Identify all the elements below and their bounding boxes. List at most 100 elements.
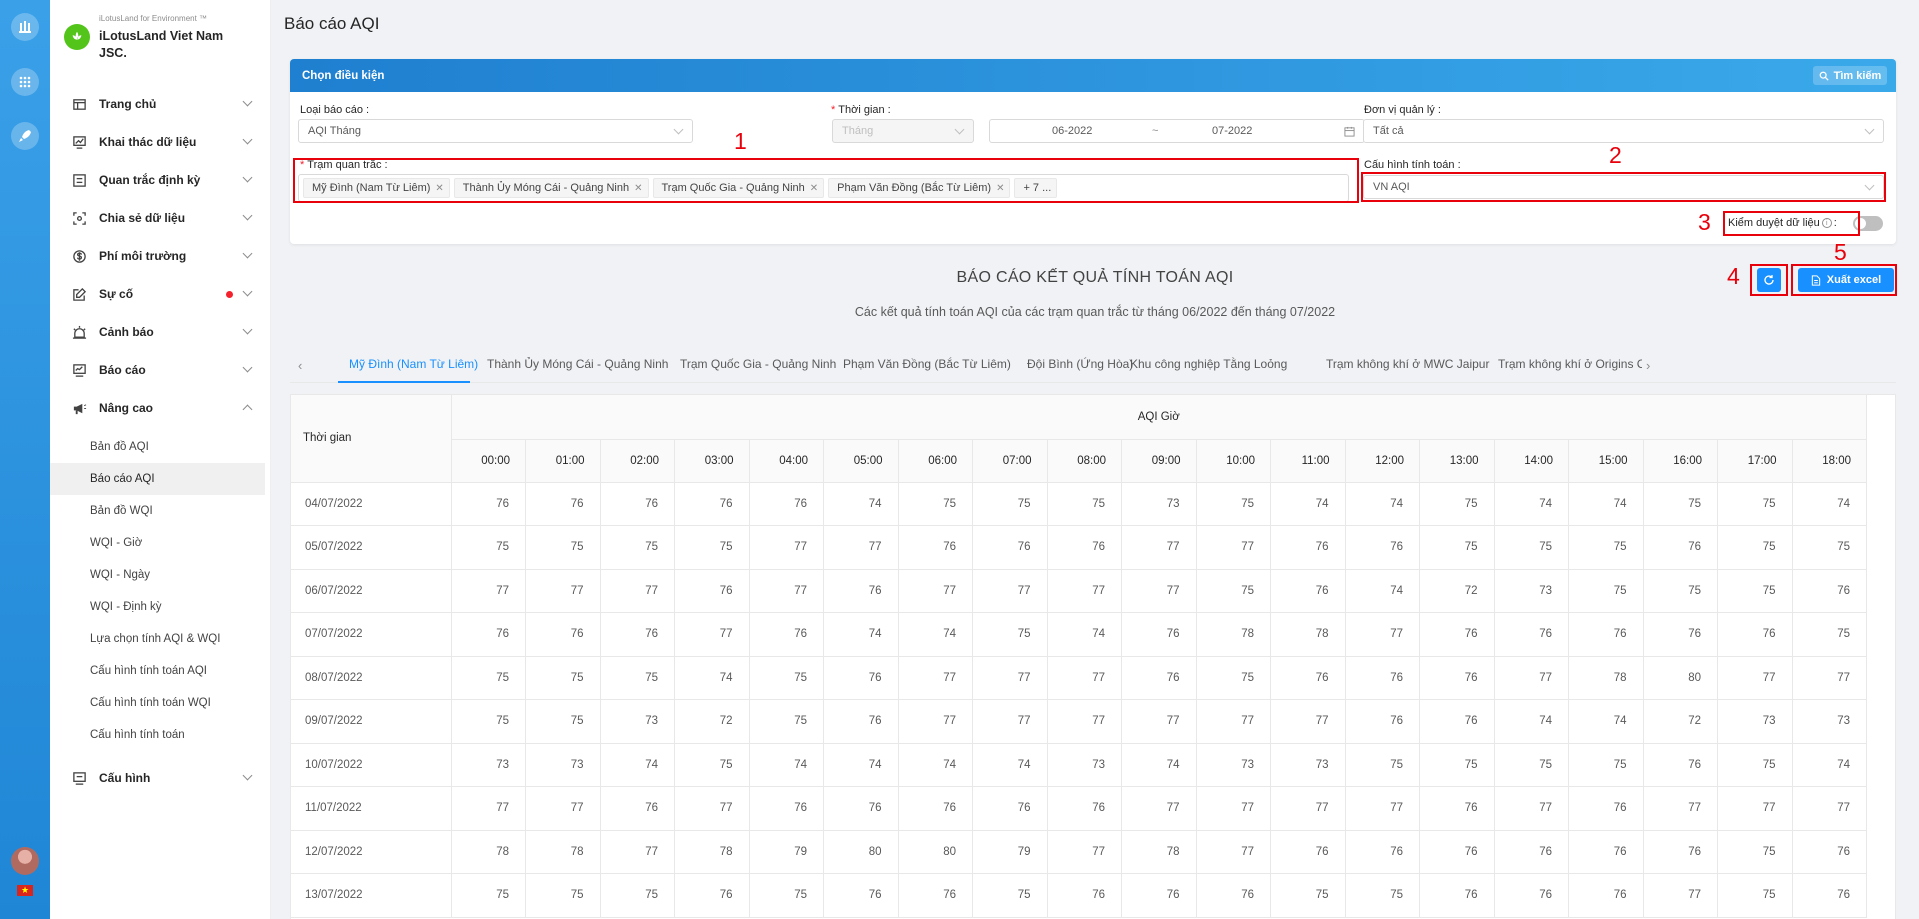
tab-station[interactable]: Mỹ Đình (Nam Từ Liêm) [349, 357, 478, 371]
aqi-cell: 73 [1047, 743, 1122, 787]
aqi-cell: 74 [749, 743, 824, 787]
aqi-cell: 76 [1121, 873, 1197, 918]
submenu-calc-config[interactable]: Cấu hình tính toán [50, 719, 265, 751]
aqi-cell: 76 [1643, 525, 1718, 570]
export-excel-button[interactable]: Xuất excel [1798, 268, 1894, 292]
verify-toggle[interactable] [1853, 216, 1883, 231]
dollar-icon [71, 248, 87, 264]
chevron-down-icon [1864, 124, 1875, 135]
submenu-wqi-hour[interactable]: WQI - Giờ [50, 527, 265, 559]
column-header-hour: 06:00 [898, 439, 973, 483]
menu-item-data-mining[interactable]: Khai thác dữ liệu [50, 123, 271, 161]
submenu-wqi-day[interactable]: WQI - Ngày [50, 559, 265, 591]
submenu-aqi-wqi-selection[interactable]: Lựa chọn tính AQI & WQI [50, 623, 265, 655]
aqi-cell: 73 [1121, 482, 1197, 526]
aqi-cell: 76 [1345, 656, 1420, 700]
tab-station[interactable]: Trạm không khí ở Origins C [1498, 357, 1642, 371]
unit-label: Đơn vị quản lý : [1364, 104, 1441, 116]
close-icon[interactable]: ✕ [435, 183, 443, 194]
station-tag[interactable]: Phạm Văn Đồng (Bắc Từ Liêm) ✕ [828, 178, 1011, 198]
unit-select[interactable]: Tất cả [1363, 119, 1884, 143]
station-more-tag[interactable]: + 7 ... [1014, 178, 1058, 198]
menu-item-incident[interactable]: Sự cố [50, 275, 271, 313]
chevron-right-icon[interactable]: › [1646, 358, 1650, 373]
aqi-table-container[interactable]: Thời gian AQI Giờ 00:00 01:00 02:00 03:00 04… [290, 394, 1896, 919]
tab-station[interactable]: Trạm không khí ở MWC Jaipur [1326, 357, 1489, 371]
aqi-cell: 76 [1419, 786, 1495, 831]
config-select[interactable]: VN AQI [1363, 175, 1884, 199]
menu-label: Chia sẻ dữ liệu [99, 211, 186, 225]
tab-station[interactable]: Trạm Quốc Gia - Quảng Ninh [680, 357, 836, 371]
tab-station[interactable]: Thành Ủy Móng Cái - Quảng Ninh [487, 357, 668, 371]
menu-item-settings[interactable]: Cấu hình [50, 759, 271, 797]
aqi-cell: 76 [1047, 786, 1122, 831]
submenu-wqi-config[interactable]: Cấu hình tính toán WQI [50, 687, 265, 719]
submenu-aqi-report[interactable]: Báo cáo AQI [50, 463, 265, 495]
submenu-wqi-map[interactable]: Bản đồ WQI [50, 495, 265, 527]
tab-station[interactable]: Phạm Văn Đồng (Bắc Từ Liêm) [843, 357, 1011, 371]
column-header-hour: 07:00 [972, 439, 1048, 483]
aqi-cell: 75 [1792, 525, 1867, 570]
menu-label: Cảnh báo [99, 325, 154, 339]
menu-item-home[interactable]: Trang chủ [50, 85, 271, 123]
aqi-cell: 75 [1717, 482, 1793, 526]
menu-label: Phí môi trường [99, 249, 187, 263]
avatar[interactable] [11, 847, 39, 875]
close-icon[interactable]: ✕ [996, 183, 1004, 194]
stations-multiselect[interactable]: Mỹ Đình (Nam Từ Liêm) ✕ Thành Ủy Móng Cái… [298, 174, 1349, 202]
tab-station[interactable]: Đội Bình (Ứng Hòa) [1027, 357, 1133, 371]
refresh-button[interactable] [1757, 268, 1781, 292]
aqi-cell: 78 [525, 830, 601, 874]
report-title: BÁO CÁO KẾT QUẢ TÍNH TOÁN AQI [956, 269, 1234, 286]
aqi-cell: 76 [823, 569, 899, 613]
annotation-number-4: 4 [1727, 263, 1740, 289]
date-range-picker[interactable]: 06-2022 ~ 07-2022 [989, 119, 1365, 143]
station-tag[interactable]: Trạm Quốc Gia - Quảng Ninh ✕ [652, 178, 825, 198]
submenu-wqi-periodic[interactable]: WQI - Định kỳ [50, 591, 265, 623]
menu-item-alerts[interactable]: Cảnh báo [50, 313, 271, 351]
time-select[interactable]: Tháng [832, 119, 974, 143]
aqi-cell: 76 [1643, 743, 1718, 787]
aqi-cell: 77 [1047, 830, 1122, 874]
report-type-value: AQI Tháng [308, 125, 361, 137]
close-icon[interactable]: ✕ [634, 183, 642, 194]
apps-grid-icon[interactable] [11, 68, 39, 96]
column-header-hour: 15:00 [1568, 439, 1644, 483]
aqi-cell: 77 [1345, 786, 1420, 831]
monitor-chart-icon [71, 134, 87, 150]
aqi-cell: 76 [898, 786, 973, 831]
aqi-cell: 77 [674, 786, 750, 831]
aqi-cell: 77 [600, 569, 675, 613]
aqi-cell: 75 [525, 699, 601, 744]
menu-item-environment-fee[interactable]: Phí môi trường [50, 237, 271, 275]
aqi-cell: 75 [1717, 830, 1793, 874]
menu-item-advanced[interactable]: Nâng cao [50, 389, 271, 427]
chevron-left-icon[interactable]: ‹ [298, 358, 302, 373]
language-flag-icon[interactable]: ★ [17, 885, 33, 896]
station-tag[interactable]: Thành Ủy Móng Cái - Quảng Ninh ✕ [453, 178, 649, 198]
column-header-hour: 05:00 [823, 439, 899, 483]
station-tag[interactable]: Mỹ Đình (Nam Từ Liêm) ✕ [303, 178, 450, 198]
menu-item-reports[interactable]: Báo cáo [50, 351, 271, 389]
report-type-select[interactable]: AQI Tháng [298, 119, 693, 143]
column-header-hour: 00:00 [451, 439, 526, 483]
range-to[interactable]: 07-2022 [1212, 125, 1252, 137]
search-button[interactable]: Tìm kiếm [1813, 66, 1887, 85]
aqi-cell: 78 [674, 830, 750, 874]
aqi-cell: 75 [1345, 873, 1420, 918]
menu-item-periodic-monitoring[interactable]: Quan trắc định kỳ [50, 161, 271, 199]
submenu-aqi-map[interactable]: Bản đồ AQI [50, 431, 265, 463]
range-from[interactable]: 06-2022 [1052, 125, 1092, 137]
aqi-cell: 77 [1121, 699, 1197, 744]
aqi-cell: 75 [1717, 525, 1793, 570]
close-icon[interactable]: ✕ [810, 183, 818, 194]
app-logo-icon[interactable] [11, 13, 39, 41]
tab-station[interactable]: Khu công nghiệp Tằng Loỏng [1130, 357, 1287, 371]
aqi-cell: 76 [823, 873, 899, 918]
row-date: 07/07/2022 [291, 612, 452, 657]
menu-item-data-sharing[interactable]: Chia sẻ dữ liệu [50, 199, 271, 237]
submenu-aqi-config[interactable]: Cấu hình tính toán AQI [50, 655, 265, 687]
column-header-hour: 14:00 [1494, 439, 1569, 483]
aqi-cell: 76 [674, 569, 750, 613]
rocket-icon[interactable] [11, 122, 39, 150]
